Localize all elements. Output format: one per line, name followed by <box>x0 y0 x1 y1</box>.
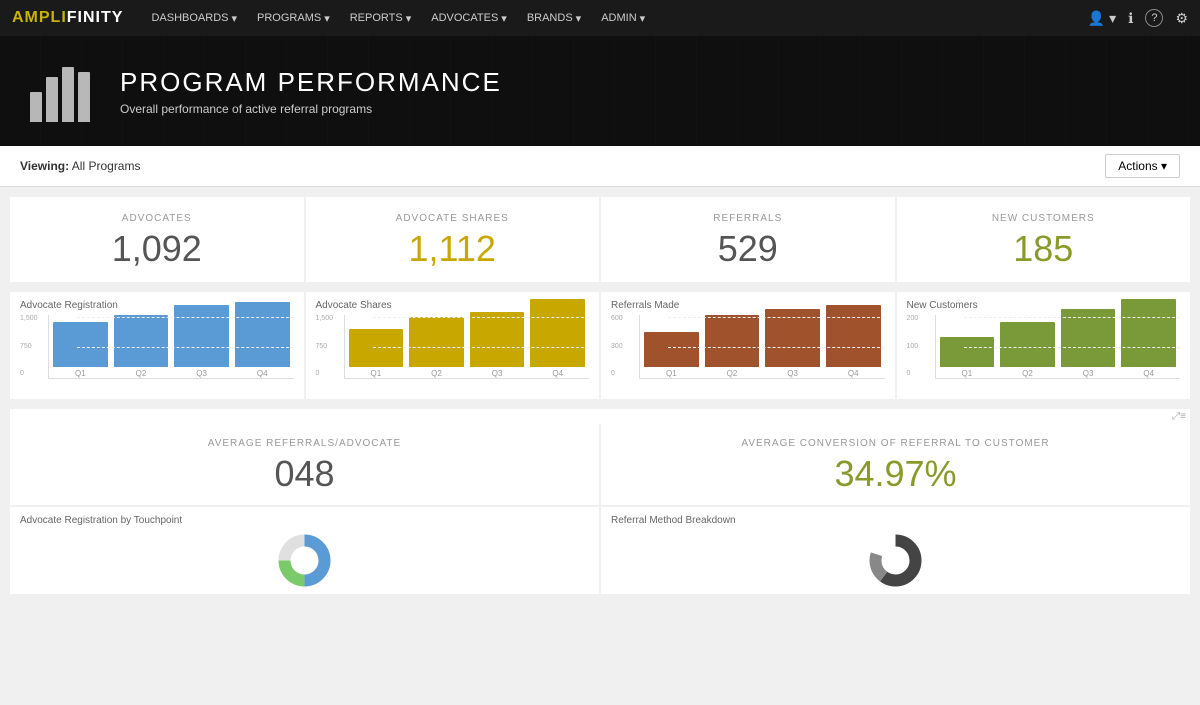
nav-admin[interactable]: ADMIN ▾ <box>601 12 645 25</box>
stat-card-new-customers: NEW CUSTOMERS 185 <box>897 197 1191 282</box>
bar-col: Q1 <box>644 332 699 378</box>
donut-chart-referral-method <box>611 530 1180 590</box>
settings-icon[interactable]: ⚙ <box>1175 10 1188 27</box>
help-icon[interactable]: ? <box>1145 9 1163 27</box>
metrics-section: AVERAGE REFERRALS/ADVOCATE 048 <box>10 424 599 505</box>
bar-col: Q1 <box>349 329 404 378</box>
stat-label-advocates: ADVOCATES <box>30 213 284 224</box>
bar-col: Q3 <box>765 309 820 378</box>
metric-value-avg-referrals: 048 <box>30 453 579 495</box>
hero-section: PROGRAM PERFORMANCE Overall performance … <box>0 36 1200 146</box>
bar-col: Q4 <box>826 305 881 378</box>
donut-card-touchpoint: Advocate Registration by Touchpoint <box>10 507 599 594</box>
bar-col: Q1 <box>940 337 995 378</box>
donut-chart-touchpoint <box>20 530 589 590</box>
bar-col: Q4 <box>235 302 290 378</box>
bar-col: Q2 <box>114 315 169 378</box>
hero-text: PROGRAM PERFORMANCE Overall performance … <box>120 67 502 116</box>
stat-row: ADVOCATES 1,092 ADVOCATE SHARES 1,112 RE… <box>10 197 1190 282</box>
bar-chart-3: 2001000Q1Q2Q3Q4 <box>907 315 1181 395</box>
bar-col: Q2 <box>705 315 760 378</box>
chart-row: Advocate Registration1,5007500Q1Q2Q3Q4Ad… <box>10 292 1190 399</box>
nav-icon-group: 👤 ▾ ℹ ? ⚙ <box>1088 9 1188 27</box>
bar-chart-1: 1,5007500Q1Q2Q3Q4 <box>316 315 590 395</box>
bar-col: Q1 <box>53 322 108 378</box>
brand-prefix: AMPLI <box>12 9 67 26</box>
brand-suffix: FINITY <box>67 9 124 26</box>
hero-chart-icon <box>30 56 100 126</box>
stat-card-advocates: ADVOCATES 1,092 <box>10 197 304 282</box>
bar-col: Q2 <box>1000 322 1055 378</box>
stat-value-advocates: 1,092 <box>30 228 284 270</box>
chevron-down-icon: ▾ <box>406 12 412 25</box>
stat-label-new-customers: NEW CUSTOMERS <box>917 213 1171 224</box>
stat-value-referrals: 529 <box>621 228 875 270</box>
viewing-text: Viewing: All Programs <box>20 159 140 173</box>
user-icon[interactable]: 👤 ▾ <box>1088 10 1116 27</box>
metric-label-avg-referrals: AVERAGE REFERRALS/ADVOCATE <box>30 438 579 449</box>
brand-logo[interactable]: AMPLIFINITY <box>12 9 123 27</box>
stat-card-shares: ADVOCATE SHARES 1,112 <box>306 197 600 282</box>
donut-card-referral-method: Referral Method Breakdown <box>601 507 1190 594</box>
stat-card-referrals: REFERRALS 529 <box>601 197 895 282</box>
actions-button[interactable]: Actions ▾ <box>1105 154 1180 178</box>
bar-col: Q3 <box>174 305 229 378</box>
expand-icon[interactable]: ⤢ <box>1172 411 1180 422</box>
hero-subtitle: Overall performance of active referral p… <box>120 102 502 116</box>
metric-value-conversion: 34.97% <box>621 453 1170 495</box>
viewing-label: Viewing: <box>20 159 69 173</box>
donut-row: Advocate Registration by Touchpoint Refe… <box>10 507 1190 594</box>
info-icon[interactable]: ℹ <box>1128 10 1133 27</box>
nav-brands[interactable]: BRANDS ▾ <box>527 12 581 25</box>
nav-advocates[interactable]: ADVOCATES ▾ <box>431 12 507 25</box>
nav-dashboards[interactable]: DASHBOARDS ▾ <box>151 12 237 25</box>
main-content: ADVOCATES 1,092 ADVOCATE SHARES 1,112 RE… <box>0 187 1200 705</box>
bar-chart-2: 6003000Q1Q2Q3Q4 <box>611 315 885 395</box>
bottom-row: AVERAGE REFERRALS/ADVOCATE 048 AVERAGE C… <box>10 424 1190 505</box>
metric-label-conversion: AVERAGE CONVERSION OF REFERRAL TO CUSTOM… <box>621 438 1170 449</box>
chart-card-0: Advocate Registration1,5007500Q1Q2Q3Q4 <box>10 292 304 399</box>
donut-title-referral-method: Referral Method Breakdown <box>611 515 1180 526</box>
stat-value-shares: 1,112 <box>326 228 580 270</box>
nav-reports[interactable]: REPORTS ▾ <box>350 12 412 25</box>
chevron-down-icon: ▾ <box>576 12 582 25</box>
bar-col: Q3 <box>1061 309 1116 378</box>
bar-col: Q4 <box>1121 299 1176 378</box>
actions-chevron-icon: ▾ <box>1161 159 1167 173</box>
donut-title-touchpoint: Advocate Registration by Touchpoint <box>20 515 589 526</box>
bar-col: Q4 <box>530 299 585 378</box>
navbar: AMPLIFINITY DASHBOARDS ▾ PROGRAMS ▾ REPO… <box>0 0 1200 36</box>
stat-value-new-customers: 185 <box>917 228 1171 270</box>
stat-label-referrals: REFERRALS <box>621 213 875 224</box>
chevron-down-icon: ▾ <box>231 12 237 25</box>
viewing-bar: Viewing: All Programs Actions ▾ <box>0 146 1200 187</box>
chart-card-3: New Customers2001000Q1Q2Q3Q4 <box>897 292 1191 399</box>
nav-programs[interactable]: PROGRAMS ▾ <box>257 12 330 25</box>
stat-label-shares: ADVOCATE SHARES <box>326 213 580 224</box>
chevron-down-icon: ▾ <box>324 12 330 25</box>
list-icon[interactable]: ≡ <box>1180 411 1186 422</box>
viewing-value: All Programs <box>72 159 141 173</box>
chart-card-1: Advocate Shares1,5007500Q1Q2Q3Q4 <box>306 292 600 399</box>
metric-card-avg-referrals: AVERAGE REFERRALS/ADVOCATE 048 <box>10 424 599 505</box>
conversion-section: AVERAGE CONVERSION OF REFERRAL TO CUSTOM… <box>601 424 1190 505</box>
hero-title: PROGRAM PERFORMANCE <box>120 67 502 98</box>
bar-col: Q3 <box>470 312 525 378</box>
chevron-down-icon: ▾ <box>501 12 507 25</box>
metric-card-conversion: AVERAGE CONVERSION OF REFERRAL TO CUSTOM… <box>601 424 1190 505</box>
chevron-down-icon: ▾ <box>640 12 646 25</box>
bar-chart-0: 1,5007500Q1Q2Q3Q4 <box>20 315 294 395</box>
bar-col: Q2 <box>409 317 464 378</box>
chart-card-2: Referrals Made6003000Q1Q2Q3Q4 <box>601 292 895 399</box>
